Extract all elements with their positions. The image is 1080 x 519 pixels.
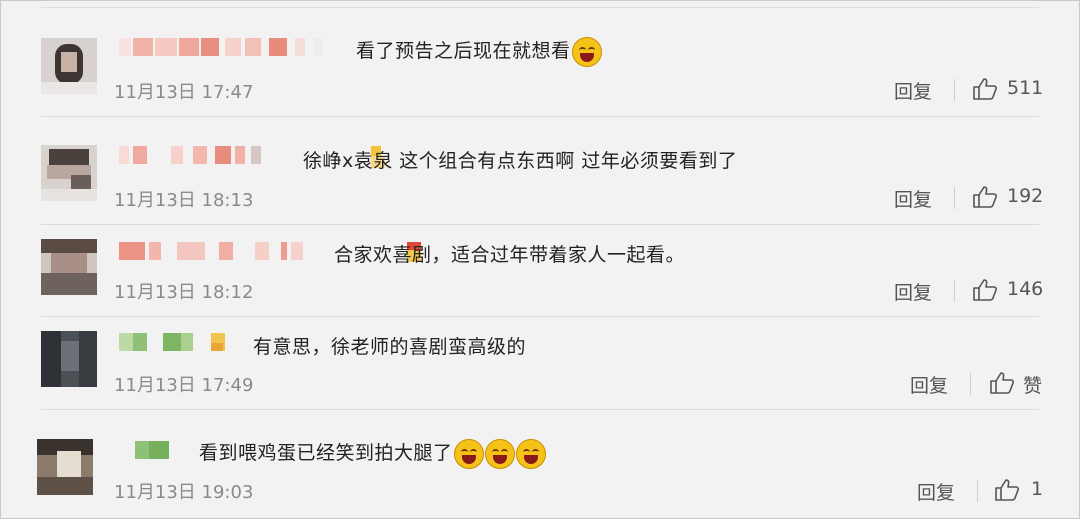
reply-button[interactable]: 回复 [910,371,948,398]
comment-text: 徐峥x袁泉 这个组合有点东西啊 过年必须要看到了 [303,150,738,172]
avatar[interactable] [41,38,97,94]
laugh-cry-emoji-icon [571,36,602,67]
avatar[interactable] [37,439,93,495]
divider [41,316,1039,317]
nickname-blurred[interactable] [135,441,175,459]
like-count[interactable]: 192 [1007,185,1043,207]
divider [41,224,1039,225]
avatar[interactable] [41,145,97,201]
thumbs-up-icon[interactable] [994,478,1020,502]
divider [41,116,1039,117]
thumbs-up-icon[interactable] [972,278,998,302]
comment-text: 看到喂鸡蛋已经笑到拍大腿了 [199,442,453,464]
comment-time: 11月13日 19:03 [114,482,254,503]
nickname-blurred[interactable] [119,242,421,262]
avatar[interactable] [41,239,97,295]
laughing-emoji-icon [484,438,515,469]
nickname-blurred[interactable] [119,146,385,168]
nickname-blurred[interactable] [119,333,239,351]
comment-text: 看了预告之后现在就想看 [356,40,571,62]
comment-list: 看了预告之后现在就想看 11月13日 17:47 回复 511 徐峥x袁泉 这个… [0,0,1080,519]
laughing-emoji-icon [453,438,484,469]
like-count[interactable]: 1 [1031,478,1043,500]
comment-time: 11月13日 18:12 [114,282,254,303]
laughing-emoji-icon [515,438,546,469]
avatar[interactable] [41,331,97,387]
like-count[interactable]: 146 [1007,278,1043,300]
divider [41,409,1039,410]
thumbs-up-icon[interactable] [972,77,998,101]
divider [970,373,971,395]
thumbs-up-icon[interactable] [972,185,998,209]
divider [954,187,955,209]
comment-time: 11月13日 18:13 [114,190,254,211]
like-count[interactable]: 511 [1007,77,1043,99]
nickname-blurred[interactable] [119,38,339,56]
comment-text: 有意思，徐老师的喜剧蛮高级的 [253,336,527,358]
like-button[interactable]: 赞 [1023,371,1042,398]
thumbs-up-icon[interactable] [989,371,1015,395]
divider [954,280,955,302]
reply-button[interactable]: 回复 [894,185,932,212]
reply-button[interactable]: 回复 [917,478,955,505]
reply-button[interactable]: 回复 [894,77,932,104]
reply-button[interactable]: 回复 [894,278,932,305]
divider [954,79,955,101]
comment-time: 11月13日 17:47 [114,82,254,103]
divider [41,7,1039,8]
comment-text: 合家欢喜剧，适合过年带着家人一起看。 [334,244,686,266]
divider [977,480,978,502]
comment-time: 11月13日 17:49 [114,375,254,396]
